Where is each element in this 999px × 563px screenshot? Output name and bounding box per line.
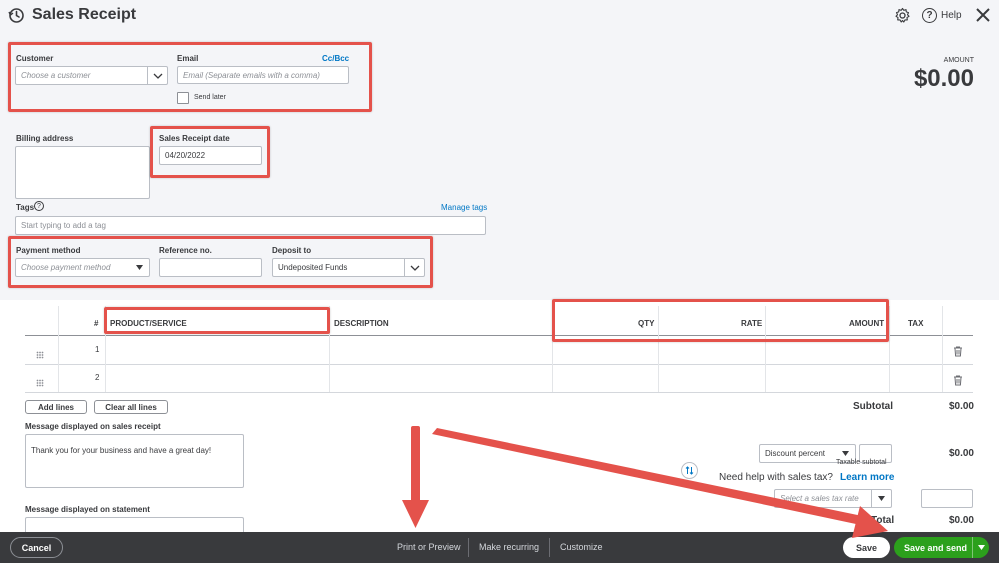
discount-label: Discount percent [765, 449, 826, 458]
receipt-message-field[interactable]: Thank you for your business and have a g… [25, 434, 244, 488]
sales-tax-rate-placeholder: Select a sales tax rate [780, 494, 859, 503]
total-label: Total [871, 515, 895, 526]
footer-divider [468, 538, 469, 557]
manage-tags-link[interactable]: Manage tags [441, 203, 487, 212]
col-header-num: # [94, 319, 99, 328]
sales-tax-rate-select[interactable]: Select a sales tax rate [774, 489, 892, 508]
save-and-send-button[interactable]: Save and send [894, 537, 989, 558]
footer-divider [549, 538, 550, 557]
gear-icon[interactable] [894, 7, 911, 24]
close-icon[interactable] [975, 7, 991, 23]
receipt-message-label: Message displayed on sales receipt [25, 422, 161, 431]
discount-value: $0.00 [948, 448, 974, 459]
help-label: Help [941, 10, 962, 21]
help-button[interactable]: ? Help [922, 7, 962, 24]
caret-down-icon[interactable] [871, 490, 891, 507]
add-lines-button[interactable]: Add lines [25, 400, 87, 414]
swap-icon[interactable] [681, 462, 698, 479]
trash-icon[interactable] [953, 373, 963, 386]
statement-message-label: Message displayed on statement [25, 505, 150, 514]
highlight-customer-email [8, 42, 372, 112]
history-icon[interactable] [7, 6, 25, 24]
col-header-tax: TAX [908, 319, 924, 328]
row-number: 2 [95, 373, 100, 382]
receipt-message-text: Thank you for your business and have a g… [31, 446, 212, 455]
subtotal-label: Subtotal [853, 401, 893, 412]
tags-info-icon[interactable]: ? [34, 201, 44, 211]
drag-handle-icon[interactable] [36, 374, 44, 387]
help-icon: ? [922, 8, 937, 23]
learn-more-link[interactable]: Learn more [840, 472, 894, 483]
clear-all-lines-button[interactable]: Clear all lines [94, 400, 168, 414]
sales-tax-help-text: Need help with sales tax? [719, 472, 833, 483]
table-row[interactable]: 2 [25, 365, 973, 392]
trash-icon[interactable] [953, 344, 963, 357]
row-divider [25, 392, 973, 393]
customize-button[interactable]: Customize [560, 542, 603, 552]
highlight-payment-row [8, 236, 433, 288]
highlight-receipt-date [150, 126, 270, 178]
col-header-description: DESCRIPTION [334, 319, 389, 328]
cancel-button[interactable]: Cancel [10, 537, 63, 558]
billing-address-field[interactable] [15, 146, 150, 199]
drag-handle-icon[interactable] [36, 346, 44, 359]
highlight-qty-rate-amount [552, 299, 889, 342]
sales-tax-amount-input[interactable] [921, 489, 973, 508]
page-title: Sales Receipt [32, 6, 137, 23]
print-preview-button[interactable]: Print or Preview [397, 542, 461, 552]
statement-message-field[interactable] [25, 517, 244, 532]
taxable-subtotal-label: Taxable subtotal [836, 459, 887, 466]
amount-label: AMOUNT [943, 57, 974, 64]
amount-value: $0.00 [913, 65, 974, 92]
save-options-caret-icon[interactable] [972, 537, 989, 558]
tags-placeholder: Start typing to add a tag [21, 221, 106, 230]
highlight-product-header [104, 307, 330, 334]
make-recurring-button[interactable]: Make recurring [479, 542, 539, 552]
billing-address-label: Billing address [16, 134, 74, 143]
tags-input[interactable]: Start typing to add a tag [15, 216, 486, 235]
row-number: 1 [95, 345, 100, 354]
total-value: $0.00 [948, 515, 974, 526]
tags-label: Tags [16, 203, 35, 212]
save-and-send-label: Save and send [904, 542, 968, 553]
save-button[interactable]: Save [843, 537, 890, 558]
subtotal-value: $0.00 [948, 401, 974, 412]
